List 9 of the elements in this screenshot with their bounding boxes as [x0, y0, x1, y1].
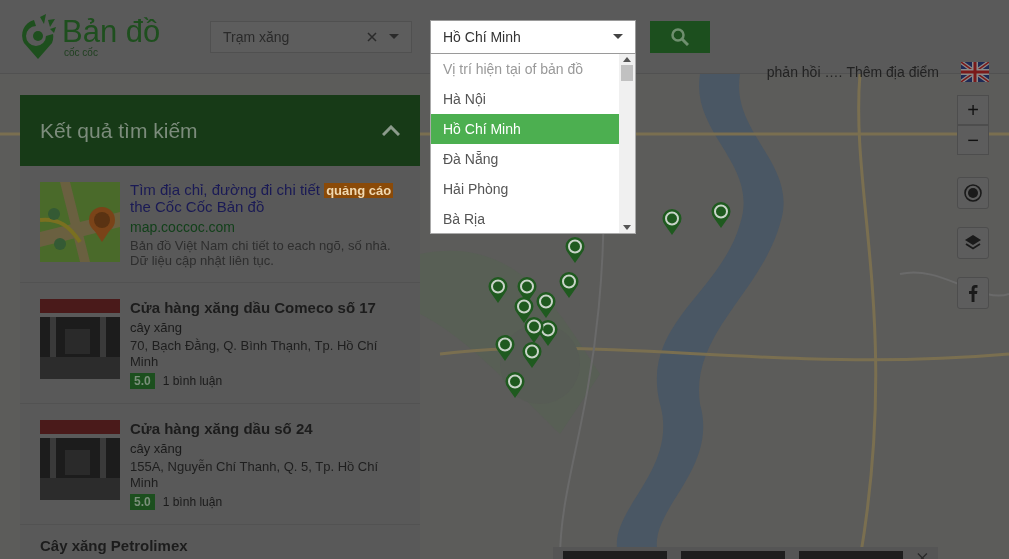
scroll-up-icon: [623, 56, 631, 62]
search-button[interactable]: [650, 20, 710, 53]
caret-icon: [613, 33, 623, 40]
logo-title: Bản đồ: [62, 15, 161, 48]
clear-icon[interactable]: [367, 31, 377, 42]
logo-icon: [20, 13, 56, 60]
search-icon: [671, 27, 689, 46]
caret-icon: [389, 33, 399, 40]
city-select[interactable]: Hồ Chí Minh: [430, 19, 636, 54]
